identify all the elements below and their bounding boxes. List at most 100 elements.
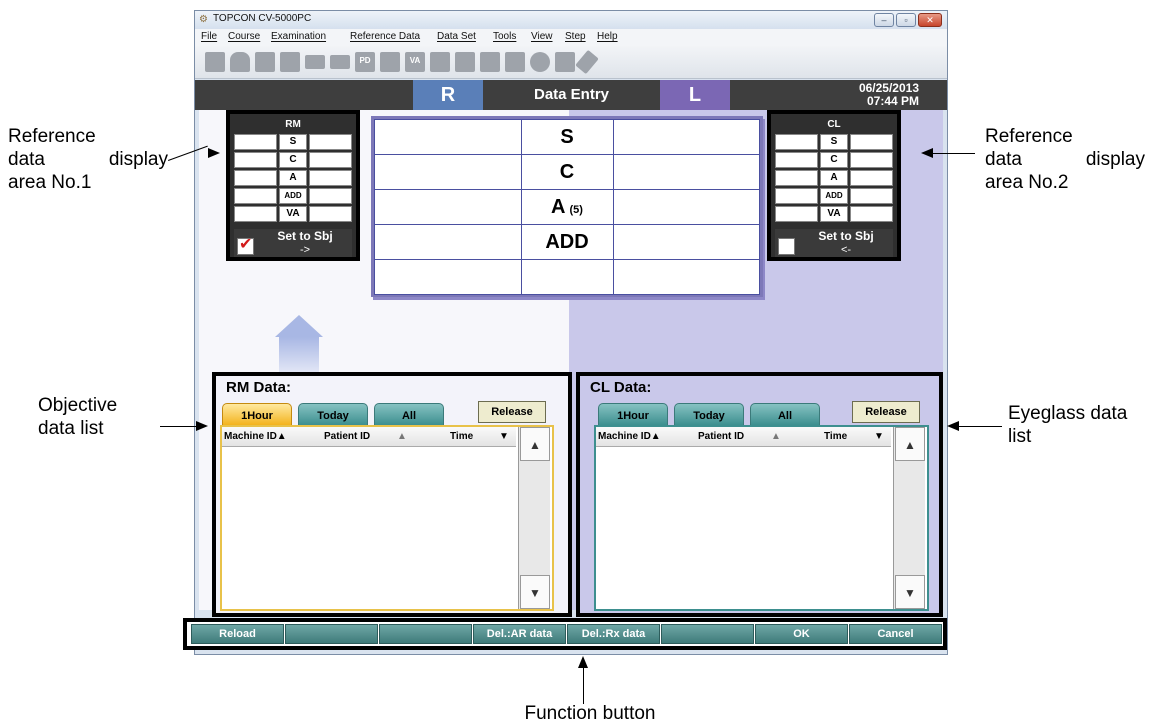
function-button-6[interactable] (661, 624, 754, 644)
ref2-va-right (850, 206, 893, 222)
rm-data-title: RM Data: (226, 379, 292, 396)
callout-eyeglass-line2: list (1008, 426, 1032, 447)
ref2-key-a: A (820, 170, 848, 186)
ref2-s-right (850, 134, 893, 150)
phoropter2-icon[interactable] (280, 52, 300, 72)
cl-tab-today[interactable]: Today (674, 403, 744, 425)
callout-line (160, 426, 196, 427)
function-button-3[interactable] (379, 624, 472, 644)
menu-course[interactable]: Course (228, 31, 260, 42)
menu-data-set[interactable]: Data Set (437, 31, 476, 42)
rm-tab-all[interactable]: All (374, 403, 444, 425)
callout-line (931, 153, 975, 154)
cl-col-time[interactable]: Time (824, 431, 847, 442)
scroll-up-icon[interactable]: ▲ (895, 427, 925, 461)
ref1-c-left (234, 152, 277, 168)
entry-extra-right[interactable] (374, 259, 522, 295)
rm-col-time[interactable]: Time (450, 431, 473, 442)
rm-col-time-sort[interactable]: ▼ (499, 431, 509, 442)
set-to-sbj-1[interactable]: ✔ Set to Sbj -> (234, 229, 352, 257)
book-icon[interactable] (505, 52, 525, 72)
wrench-icon[interactable] (575, 49, 599, 75)
header-bar: R Data Entry L 06/25/2013 07:44 PM (195, 80, 947, 110)
cl-tab-all[interactable]: All (750, 403, 820, 425)
card-icon[interactable] (330, 55, 350, 69)
ref2-row-va: VA (775, 206, 893, 223)
cancel-button[interactable]: Cancel (849, 624, 942, 644)
ref2-key-c: C (820, 152, 848, 168)
entry-c-right[interactable] (374, 154, 522, 190)
printer-icon[interactable] (555, 52, 575, 72)
menu-tools[interactable]: Tools (493, 31, 516, 42)
cl-col-patient-id[interactable]: Patient ID (698, 431, 744, 442)
close-button[interactable]: ✕ (918, 13, 942, 27)
keyboard-icon[interactable] (305, 55, 325, 69)
screen2-icon[interactable] (480, 52, 500, 72)
scroll-up-icon[interactable]: ▲ (520, 427, 550, 461)
rm-scrollbar[interactable]: ▲ ▼ (518, 427, 550, 609)
menu-file[interactable]: File (201, 31, 217, 42)
set-to-sbj-2[interactable]: Set to Sbj <- (775, 229, 893, 257)
cl-col-time-sort[interactable]: ▼ (874, 431, 884, 442)
menu-view[interactable]: View (531, 31, 553, 42)
up-arrow-stem (279, 337, 319, 373)
circle-icon[interactable] (530, 52, 550, 72)
cl-col-patient-sort[interactable]: ▲ (771, 431, 781, 442)
rm-col-machine-id[interactable]: Machine ID▲ (224, 431, 287, 442)
ref2-add-right (850, 188, 893, 204)
rm-list[interactable]: Machine ID▲ Patient ID ▲ Time ▼ ▲ ▼ (220, 425, 554, 611)
arrow-right-icon (196, 421, 208, 431)
rm-tab-today[interactable]: Today (298, 403, 368, 425)
entry-add-right[interactable] (374, 224, 522, 260)
callout-ref1-word-data: data (8, 149, 45, 170)
entry-s-left[interactable] (612, 119, 760, 155)
va-icon[interactable]: VA (405, 52, 425, 72)
delete-rx-data-button[interactable]: Del.:Rx data (567, 624, 660, 644)
entry-s-right[interactable] (374, 119, 522, 155)
rm-release-button[interactable]: Release (478, 401, 546, 423)
entry-c-left[interactable] (612, 154, 760, 190)
phoropter-icon[interactable] (255, 52, 275, 72)
left-eye-tab[interactable]: L (660, 80, 730, 110)
chart-icon[interactable] (430, 52, 450, 72)
ref1-key-va: VA (279, 206, 307, 222)
menu-reference-data[interactable]: Reference Data (350, 31, 420, 42)
reference-1-title: RM (285, 119, 301, 130)
rm-tab-1hour[interactable]: 1Hour (222, 403, 292, 425)
maximize-button[interactable]: ▫ (896, 13, 916, 27)
folder-icon[interactable] (205, 52, 225, 72)
screen-icon[interactable] (455, 52, 475, 72)
cl-release-button[interactable]: Release (852, 401, 920, 423)
entry-extra-left[interactable] (612, 259, 760, 295)
rm-col-patient-id[interactable]: Patient ID (324, 431, 370, 442)
cl-col-machine-id[interactable]: Machine ID▲ (598, 431, 661, 442)
minimize-button[interactable]: – (874, 13, 894, 27)
ref1-c-right (309, 152, 352, 168)
reload-button[interactable]: Reload (191, 624, 284, 644)
cl-scrollbar[interactable]: ▲ ▼ (893, 427, 925, 609)
menu-help[interactable]: Help (597, 31, 618, 42)
delete-ar-data-button[interactable]: Del.:AR data (473, 624, 566, 644)
set-to-sbj-2-checkbox[interactable] (778, 238, 795, 255)
callout-eyeglass: Eyeglass data list (1008, 402, 1127, 448)
set-to-sbj-1-checkbox[interactable]: ✔ (237, 236, 254, 255)
rm-col-patient-sort[interactable]: ▲ (397, 431, 407, 442)
entry-a-right[interactable] (374, 189, 522, 225)
person-icon[interactable] (230, 52, 250, 72)
pd-icon[interactable]: PD (355, 52, 375, 72)
scroll-down-icon[interactable]: ▼ (895, 575, 925, 609)
menu-step[interactable]: Step (565, 31, 586, 42)
function-button-2[interactable] (285, 624, 378, 644)
lens-icon[interactable] (380, 52, 400, 72)
ref1-a-right (309, 170, 352, 186)
cl-list[interactable]: Machine ID▲ Patient ID ▲ Time ▼ ▲ ▼ (594, 425, 929, 611)
menu-examination[interactable]: Examination (271, 31, 326, 42)
ok-button[interactable]: OK (755, 624, 848, 644)
entry-a-left[interactable] (612, 189, 760, 225)
cl-tab-1hour[interactable]: 1Hour (598, 403, 668, 425)
param-a-cell: A (5) (520, 189, 614, 225)
entry-add-left[interactable] (612, 224, 760, 260)
ref2-row-add: ADD (775, 188, 893, 205)
right-eye-tab[interactable]: R (413, 80, 483, 110)
scroll-down-icon[interactable]: ▼ (520, 575, 550, 609)
